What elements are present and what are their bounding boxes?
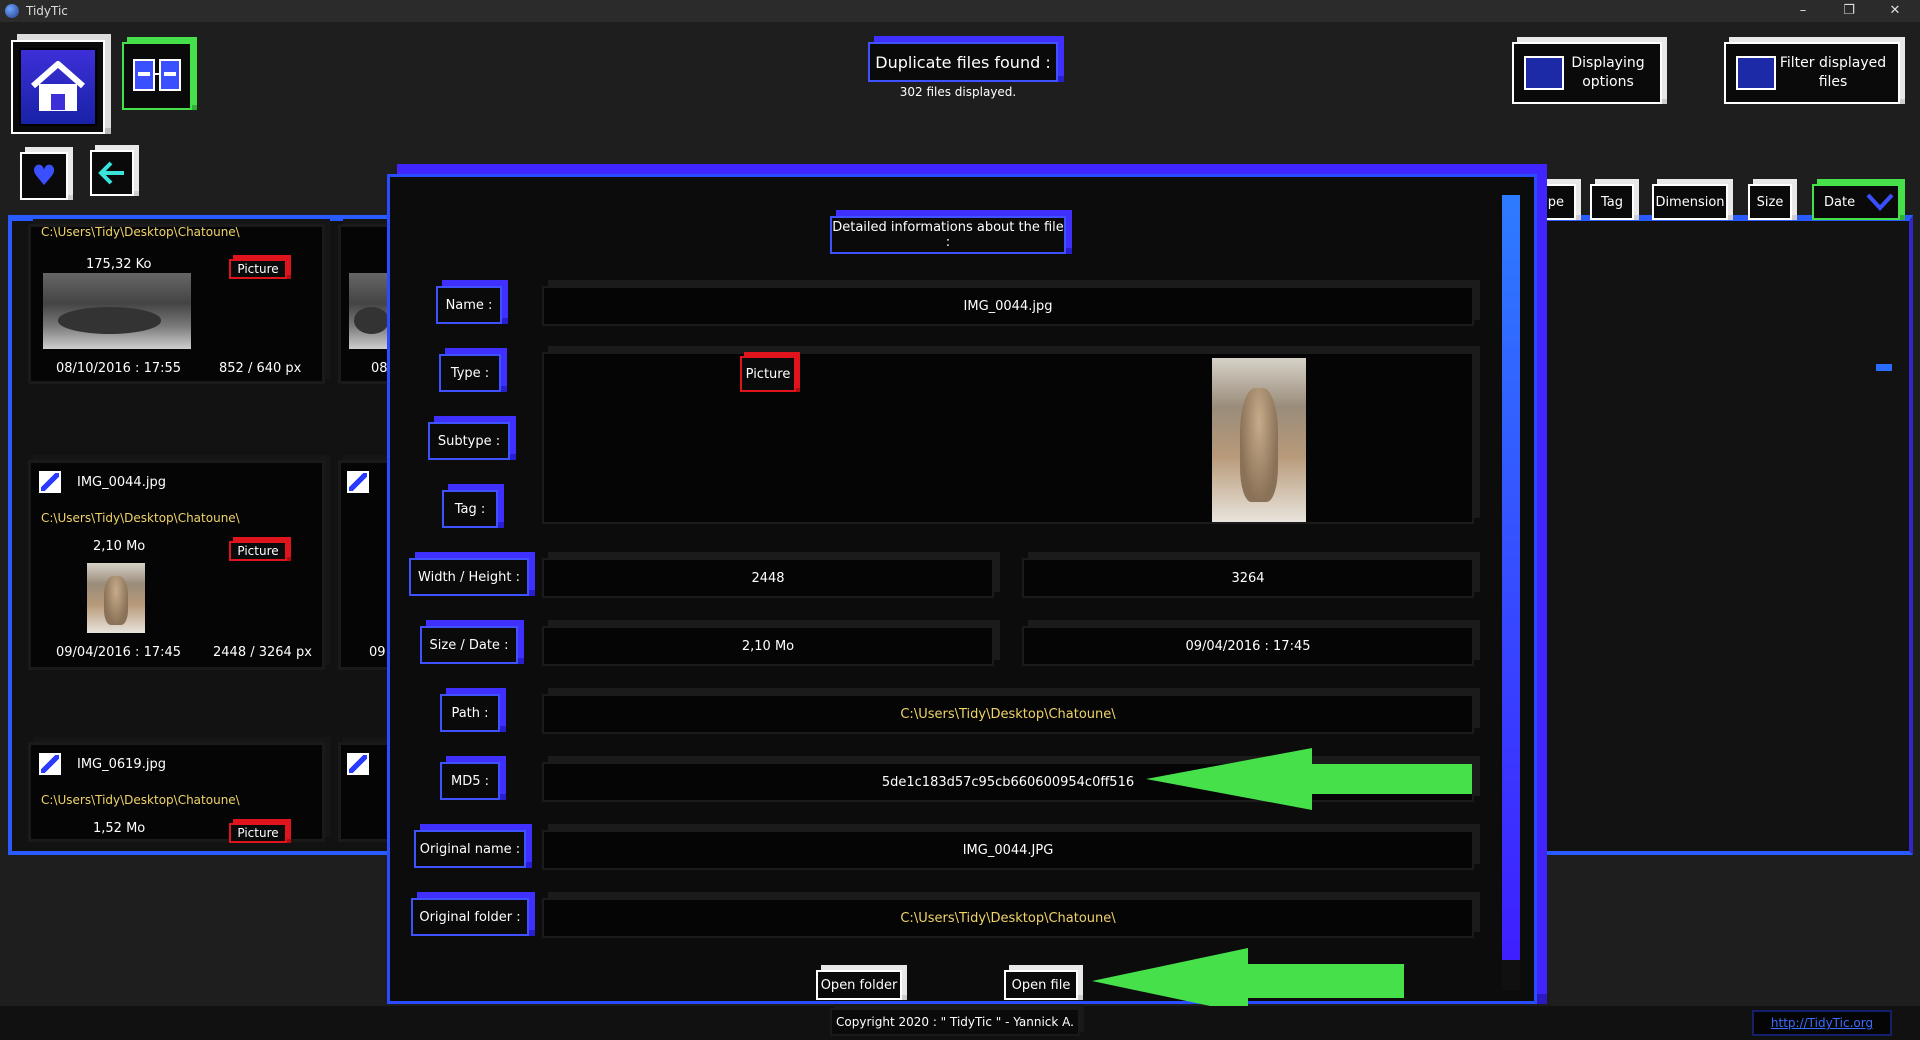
open-folder-button[interactable]: Open folder: [816, 970, 902, 1000]
file-name: IMG_0044.jpg: [77, 475, 166, 490]
value-original-folder: C:\Users\Tidy\Desktop\Chatoune\: [542, 898, 1474, 938]
compare-button[interactable]: [122, 42, 192, 110]
file-size: 1,52 Mo: [93, 821, 146, 836]
files-count: 302 files displayed.: [899, 85, 1017, 99]
website-link[interactable]: http://TidyTic.org: [1752, 1010, 1892, 1036]
file-path: C:\Users\Tidy\Desktop\Chatoune\: [41, 793, 240, 807]
scroll-indicator[interactable]: [1876, 364, 1892, 371]
column-tab-date-label: Date: [1824, 194, 1856, 210]
displaying-options-label: Displaying options: [1571, 55, 1645, 90]
column-tab-date[interactable]: Date: [1812, 184, 1900, 220]
label-width-height: Width / Height :: [409, 558, 529, 596]
maximize-button[interactable]: ❐: [1826, 0, 1872, 22]
open-file-button[interactable]: Open file: [1004, 970, 1078, 1000]
file-thumbnail: [43, 273, 191, 349]
label-subtype: Subtype :: [428, 422, 510, 460]
file-date: 09/04/2016 : 17:45: [56, 645, 182, 660]
select-checkbox[interactable]: [39, 471, 61, 493]
displaying-options-button[interactable]: Displaying options: [1512, 42, 1662, 104]
details-heading: Detailed informations about the file :: [830, 216, 1066, 254]
filter-icon: [1736, 56, 1776, 90]
label-path: Path :: [440, 694, 500, 732]
file-size: 175,32 Ko: [86, 257, 152, 272]
arrow-left-icon: [98, 161, 124, 185]
home-button[interactable]: [11, 40, 105, 134]
file-date: 08/10/2016 : 17:55: [56, 361, 182, 376]
value-name: IMG_0044.jpg: [542, 286, 1474, 326]
label-tag: Tag :: [442, 490, 498, 528]
file-preview-image: [1212, 358, 1306, 522]
home-icon: [19, 48, 97, 126]
display-settings-icon: [1524, 56, 1564, 90]
copyright-text: Copyright 2020 : " TidyTic " - Yannick A…: [830, 1008, 1080, 1036]
value-path: C:\Users\Tidy\Desktop\Chatoune\: [542, 694, 1474, 734]
type-badge: Picture: [229, 541, 287, 561]
window-title: TidyTic: [26, 4, 68, 18]
file-dimensions: 2448 / 3264 px: [213, 645, 312, 660]
label-type: Type :: [439, 354, 501, 392]
filter-files-button[interactable]: Filter displayed files: [1724, 42, 1900, 104]
file-date: 08: [371, 361, 388, 376]
file-path: C:\Users\Tidy\Desktop\Chatoune\: [41, 511, 240, 525]
favorites-button[interactable]: ♥: [20, 152, 68, 200]
value-date: 09/04/2016 : 17:45: [1022, 626, 1474, 666]
type-badge-large: Picture: [740, 356, 796, 392]
type-preview-area: [542, 352, 1474, 524]
label-name: Name :: [436, 286, 502, 324]
compare-icon: [133, 59, 181, 91]
file-thumbnail: [87, 563, 145, 633]
value-size: 2,10 Mo: [542, 626, 994, 666]
column-tab-dimension[interactable]: Dimension: [1652, 184, 1728, 220]
chevron-down-icon: [1866, 193, 1894, 211]
minimize-button[interactable]: –: [1780, 0, 1826, 22]
select-checkbox[interactable]: [347, 753, 369, 775]
label-original-name: Original name :: [414, 830, 526, 868]
label-size-date: Size / Date :: [420, 626, 518, 664]
file-card[interactable]: C:\Users\Tidy\Desktop\Chatoune\ 175,32 K…: [28, 224, 325, 384]
file-size: 2,10 Mo: [93, 539, 146, 554]
close-button[interactable]: ✕: [1872, 0, 1918, 22]
modal-scrollbar[interactable]: [1502, 195, 1520, 990]
file-dimensions: 852 / 640 px: [219, 361, 302, 376]
select-checkbox[interactable]: [39, 753, 61, 775]
column-tab-tag[interactable]: Tag: [1590, 184, 1634, 220]
scrollbar-thumb[interactable]: [1502, 195, 1520, 960]
value-original-name: IMG_0044.JPG: [542, 830, 1474, 870]
type-badge: Picture: [229, 259, 287, 279]
file-path: C:\Users\Tidy\Desktop\Chatoune\: [41, 225, 240, 239]
app-logo-icon: [5, 4, 19, 18]
file-card[interactable]: IMG_0044.jpg C:\Users\Tidy\Desktop\Chato…: [28, 460, 325, 670]
select-checkbox[interactable]: [347, 471, 369, 493]
column-tab-size[interactable]: Size: [1748, 184, 1792, 220]
label-original-folder: Original folder :: [411, 898, 529, 936]
heart-icon: ♥: [31, 159, 57, 192]
value-height: 3264: [1022, 558, 1474, 598]
file-name: IMG_0619.jpg: [77, 757, 166, 772]
filter-files-label: Filter displayed files: [1779, 55, 1887, 90]
value-width: 2448: [542, 558, 994, 598]
label-md5: MD5 :: [440, 762, 500, 800]
duplicates-title: Duplicate files found :: [868, 42, 1058, 82]
title-bar: TidyTic – ❐ ✕: [0, 0, 1920, 22]
type-badge: Picture: [229, 823, 287, 843]
file-card[interactable]: IMG_0619.jpg C:\Users\Tidy\Desktop\Chato…: [28, 742, 325, 843]
back-button[interactable]: [90, 150, 134, 196]
file-date: 09: [369, 645, 386, 660]
arrow-left-icon: [1146, 748, 1472, 810]
